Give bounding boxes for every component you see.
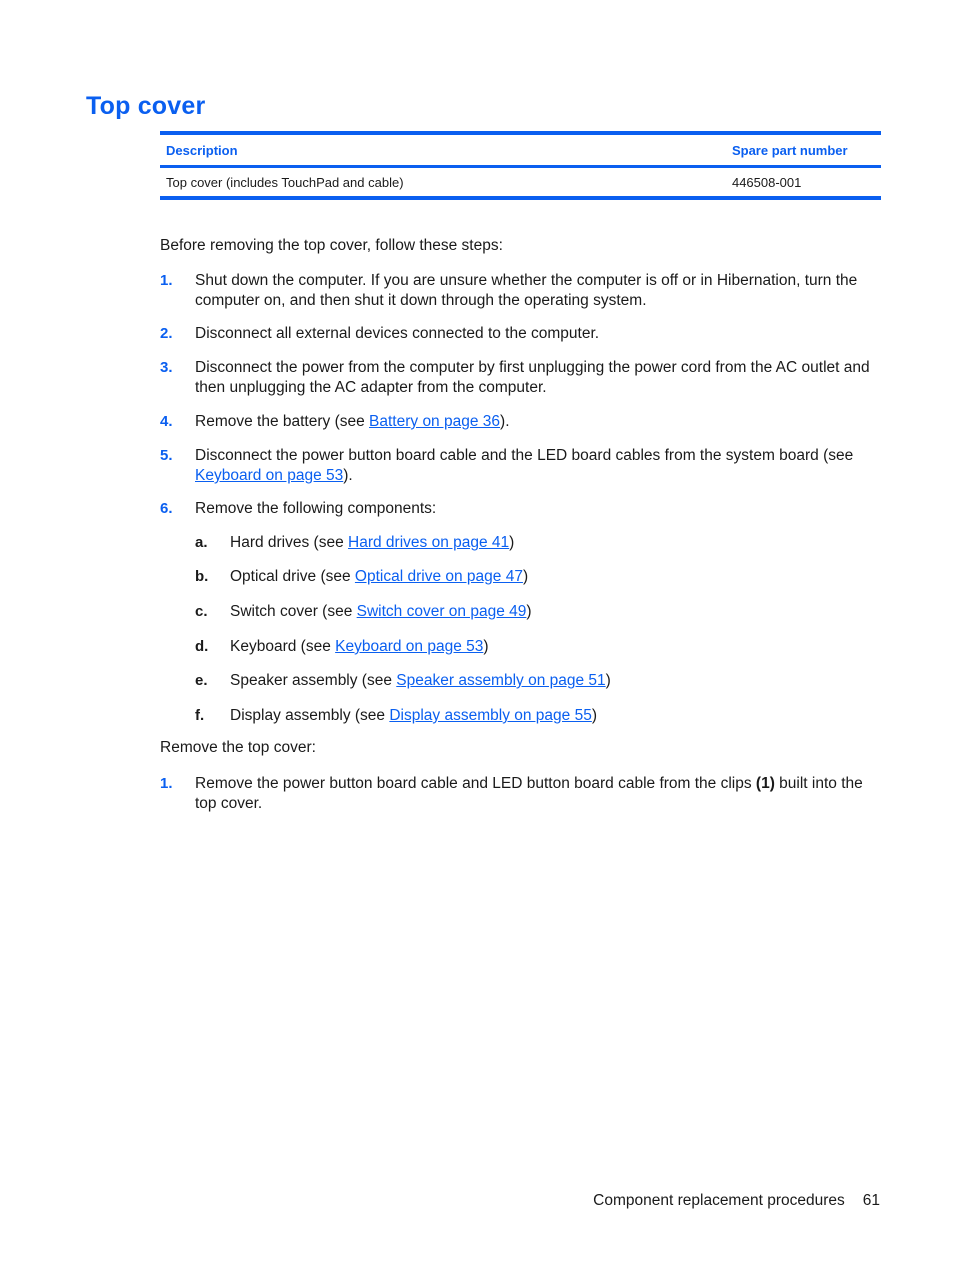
item-text-before: Switch cover (see bbox=[230, 603, 357, 620]
step-text: Remove the battery (see Battery on page … bbox=[195, 412, 882, 432]
battery-link[interactable]: Battery on page 36 bbox=[369, 413, 500, 430]
item-text-before: Speaker assembly (see bbox=[230, 672, 397, 689]
component-item: d. Keyboard (see Keyboard on page 53) bbox=[195, 637, 489, 657]
footer-section-title: Component replacement procedures bbox=[593, 1192, 845, 1209]
component-item: b. Optical drive (see Optical drive on p… bbox=[195, 567, 528, 587]
prep-step: 6. Remove the following components: bbox=[160, 499, 882, 519]
item-letter: b. bbox=[195, 568, 209, 585]
table-header-row: Description Spare part number bbox=[160, 133, 881, 167]
keyboard-link[interactable]: Keyboard on page 53 bbox=[195, 467, 343, 484]
prep-step: 1. Shut down the computer. If you are un… bbox=[160, 271, 882, 311]
step-text: Disconnect the power from the computer b… bbox=[195, 359, 870, 396]
component-item: e. Speaker assembly (see Speaker assembl… bbox=[195, 671, 611, 691]
step-text-after: ). bbox=[343, 467, 353, 484]
step-number: 2. bbox=[160, 325, 173, 342]
step-number: 4. bbox=[160, 413, 173, 430]
prep-step: 3. Disconnect the power from the compute… bbox=[160, 358, 882, 398]
item-text-after: ) bbox=[591, 707, 598, 724]
item-text: Speaker assembly (see Speaker assembly o… bbox=[230, 671, 611, 691]
display-assembly-link[interactable]: Display assembly on page 55 bbox=[389, 707, 591, 724]
item-text-after: ) bbox=[483, 638, 489, 655]
step-number: 6. bbox=[160, 500, 173, 517]
item-text-before: Hard drives (see bbox=[230, 534, 349, 551]
item-text-after: ) bbox=[522, 568, 529, 585]
speaker-assembly-link[interactable]: Speaker assembly on page 51 bbox=[396, 672, 605, 689]
component-item: f. Display assembly (see Display assembl… bbox=[195, 706, 597, 726]
item-text: Hard drives (see Hard drives on page 41) bbox=[230, 533, 514, 553]
item-text-before: Optical drive (see bbox=[230, 568, 355, 585]
cell-part-number: 446508-001 bbox=[731, 174, 802, 190]
item-text: Optical drive (see Optical drive on page… bbox=[230, 567, 528, 587]
prep-step: 5. Disconnect the power button board cab… bbox=[160, 446, 882, 486]
step-text: Disconnect the power button board cable … bbox=[195, 446, 882, 486]
column-header-description: Description bbox=[166, 142, 238, 158]
page-footer: Component replacement procedures 61 bbox=[593, 1192, 880, 1210]
item-text: Switch cover (see Switch cover on page 4… bbox=[230, 602, 532, 622]
step-number: 1. bbox=[160, 775, 173, 792]
item-letter: a. bbox=[195, 534, 208, 551]
step-text-before: Disconnect the power button board cable … bbox=[195, 447, 854, 464]
page-number: 61 bbox=[862, 1192, 880, 1209]
step-text-before: Remove the power button board cable and … bbox=[195, 775, 756, 792]
cell-description: Top cover (includes TouchPad and cable) bbox=[166, 174, 404, 190]
switch-cover-link[interactable]: Switch cover on page 49 bbox=[357, 603, 527, 620]
item-text-after: ) bbox=[509, 534, 515, 551]
item-text: Display assembly (see Display assembly o… bbox=[230, 706, 597, 726]
step-text: Remove the power button board cable and … bbox=[195, 774, 882, 814]
component-item: c. Switch cover (see Switch cover on pag… bbox=[195, 602, 532, 622]
item-text-after: ) bbox=[605, 672, 611, 689]
prep-step: 2. Disconnect all external devices conne… bbox=[160, 324, 882, 344]
component-item: a. Hard drives (see Hard drives on page … bbox=[195, 533, 514, 553]
step-text-after: ). bbox=[500, 413, 510, 430]
remove-step: 1. Remove the power button board cable a… bbox=[160, 774, 882, 814]
step-number: 1. bbox=[160, 272, 173, 289]
item-letter: e. bbox=[195, 672, 208, 689]
keyboard-link[interactable]: Keyboard on page 53 bbox=[335, 638, 483, 655]
item-letter: c. bbox=[195, 603, 208, 620]
table-row: Top cover (includes TouchPad and cable) … bbox=[160, 167, 881, 198]
remove-intro-text: Remove the top cover: bbox=[160, 739, 316, 756]
spare-parts-table: Description Spare part number Top cover … bbox=[160, 131, 881, 200]
callout-reference: (1) bbox=[755, 775, 775, 792]
page-title: Top cover bbox=[86, 92, 206, 120]
item-text: Keyboard (see Keyboard on page 53) bbox=[230, 637, 489, 657]
step-text: Shut down the computer. If you are unsur… bbox=[195, 272, 858, 309]
item-text-after: ) bbox=[526, 603, 532, 620]
prep-step: 4. Remove the battery (see Battery on pa… bbox=[160, 412, 882, 432]
item-text-before: Keyboard (see bbox=[230, 638, 336, 655]
hard-drives-link[interactable]: Hard drives on page 41 bbox=[348, 534, 509, 551]
item-letter: d. bbox=[195, 638, 209, 655]
column-header-spare-part-number: Spare part number bbox=[731, 142, 848, 158]
step-text: Remove the following components: bbox=[195, 500, 437, 517]
step-text: Disconnect all external devices connecte… bbox=[195, 325, 600, 342]
item-text-before: Display assembly (see bbox=[230, 707, 390, 724]
optical-drive-link[interactable]: Optical drive on page 47 bbox=[355, 568, 523, 585]
item-letter: f. bbox=[195, 707, 205, 724]
step-number: 3. bbox=[160, 359, 173, 376]
step-text-before: Remove the battery (see bbox=[195, 413, 370, 430]
step-number: 5. bbox=[160, 447, 173, 464]
intro-text: Before removing the top cover, follow th… bbox=[160, 237, 503, 254]
